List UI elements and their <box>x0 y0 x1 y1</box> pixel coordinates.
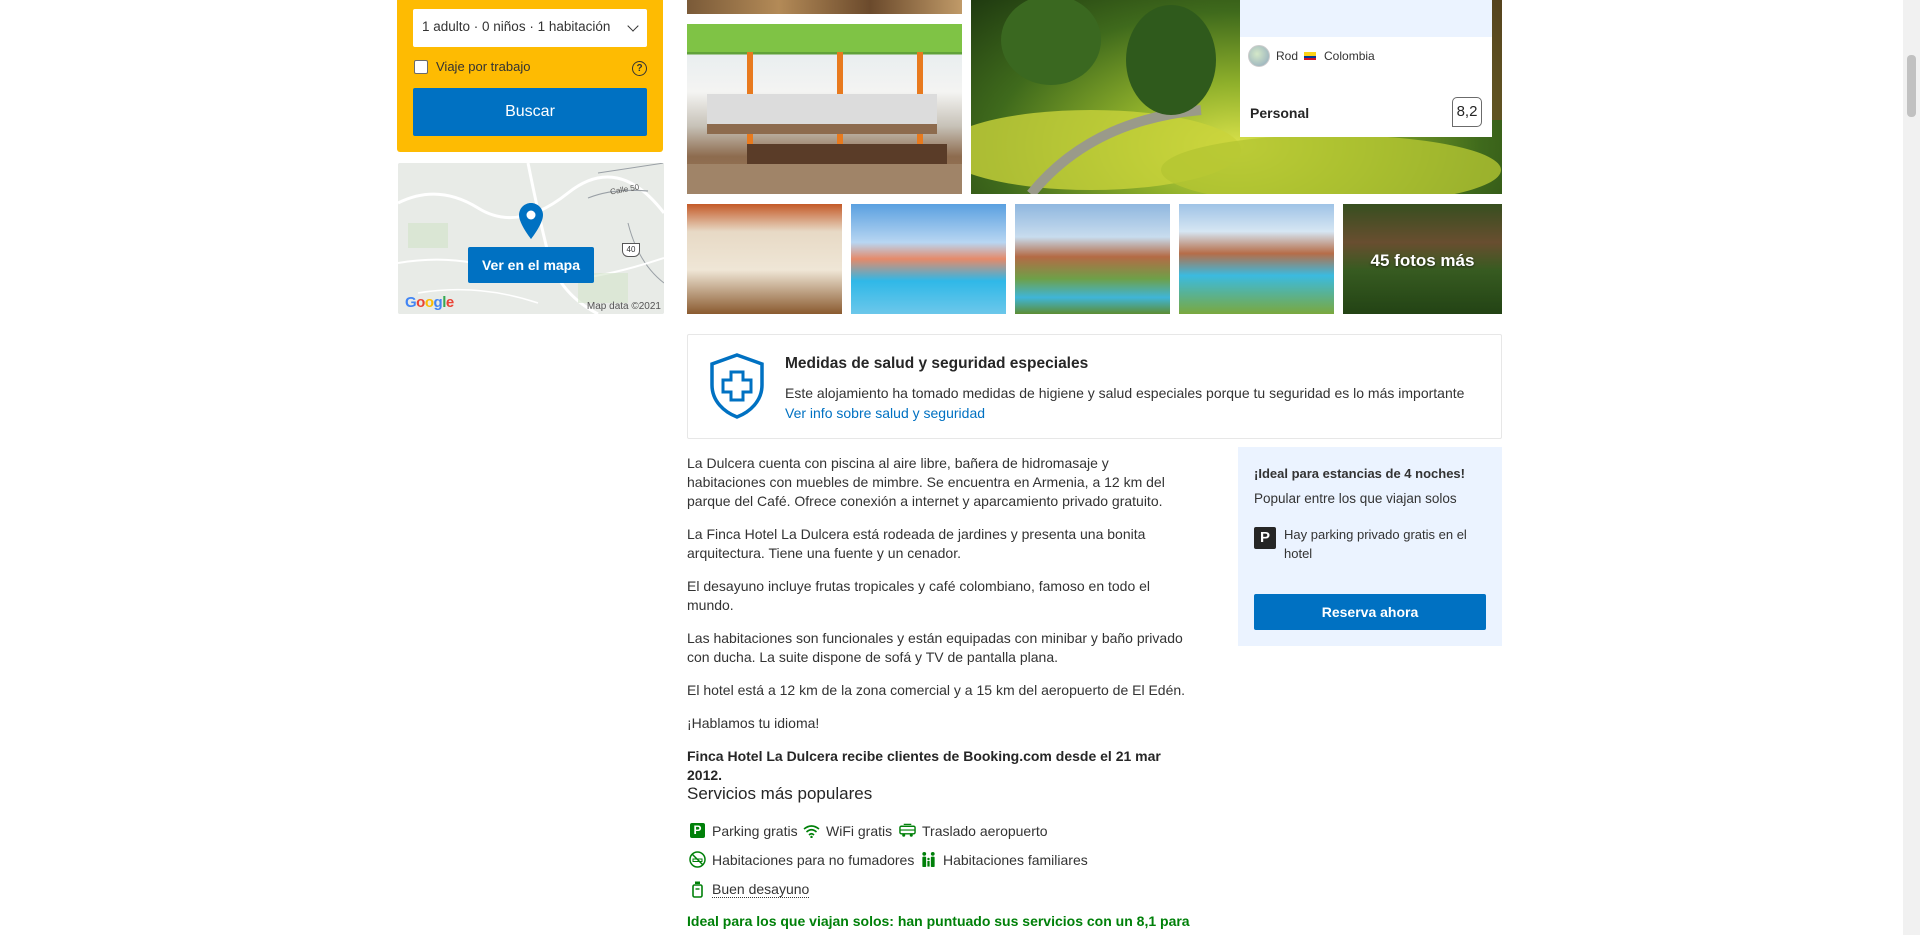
family-icon <box>920 851 937 868</box>
health-text: Este alojamiento ha tomado medidas de hi… <box>785 385 1465 401</box>
description-paragraph: ¡Hablamos tu idioma! <box>687 715 820 731</box>
occupancy-select[interactable]: 1 adulto · 0 niños · 1 habitación <box>413 9 647 47</box>
shield-cross-icon <box>710 353 764 419</box>
property-highlights: ¡Ideal para estancias de 4 noches! Popul… <box>1238 447 1502 646</box>
avatar <box>1248 45 1270 67</box>
facility-item: P Parking gratis <box>689 822 798 839</box>
gallery-photo[interactable] <box>687 0 962 14</box>
work-trip-option[interactable]: Viaje por trabajo <box>414 59 530 74</box>
property-description: La Dulcera cuenta con piscina al aire li… <box>687 454 1187 799</box>
facility-item: Habitaciones familiares <box>920 851 1088 868</box>
facility-label: Parking gratis <box>712 822 798 839</box>
facility-item: Habitaciones para no fumadores <box>689 851 914 868</box>
search-box: 1 adulto · 0 niños · 1 habitación Viaje … <box>397 0 663 152</box>
occupancy-value: 1 adulto · 0 niños · 1 habitación <box>422 19 611 34</box>
facility-item: Traslado aeropuerto <box>899 822 1048 839</box>
category-score-card: Personal 8,2 <box>1240 85 1492 137</box>
work-trip-checkbox[interactable] <box>414 59 428 74</box>
gallery-photo-restaurant[interactable] <box>687 24 962 194</box>
facility-item: Buen desayuno <box>689 881 810 898</box>
map-preview[interactable]: Calle 50 40 Ver en el mapa Google Map da… <box>398 163 664 314</box>
solo-travelers-note: Ideal para los que viajan solos: han pun… <box>687 913 1190 929</box>
more-photos-label: 45 fotos más <box>1370 251 1475 270</box>
facility-label: Habitaciones familiares <box>943 851 1088 868</box>
reviewer-name: Rod <box>1276 49 1299 63</box>
parking-icon: P <box>1254 527 1276 549</box>
wifi-icon <box>803 822 820 839</box>
facility-label: Habitaciones para no fumadores <box>712 851 915 868</box>
highlight-popular: Popular entre los que viajan solos <box>1254 491 1457 506</box>
description-paragraph: La Finca Hotel La Dulcera está rodeada d… <box>687 526 1146 561</box>
gallery-thumbnail[interactable] <box>1179 204 1334 314</box>
search-button[interactable]: Buscar <box>413 88 647 136</box>
description-paragraph: El desayuno incluye frutas tropicales y … <box>687 578 1151 613</box>
help-icon[interactable]: ? <box>632 61 647 76</box>
review-text-area <box>1240 0 1492 37</box>
health-safety-card: Medidas de salud y seguridad especiales … <box>687 334 1502 439</box>
map-road-shield: 40 <box>622 243 640 257</box>
scrollbar[interactable] <box>1903 0 1920 935</box>
highlight-parking-text: Hay parking privado gratis en el hotel <box>1284 527 1467 561</box>
health-info-link[interactable]: Ver info sobre salud y seguridad <box>785 405 985 421</box>
category-score: 8,2 <box>1452 97 1482 127</box>
colombia-flag-icon <box>1304 52 1317 60</box>
scrollbar-thumb[interactable] <box>1907 55 1916 117</box>
coffee-icon <box>689 881 706 898</box>
highlight-title: ¡Ideal para estancias de 4 noches! <box>1254 466 1465 481</box>
popular-services-title: Servicios más populares <box>687 784 873 803</box>
google-logo: Google <box>405 294 454 311</box>
facility-label: WiFi gratis <box>826 822 893 839</box>
map-attribution: Map data ©2021 <box>586 301 661 312</box>
booking-since: Finca Hotel La Dulcera recibe clientes d… <box>687 748 1161 783</box>
description-paragraph: El hotel está a 12 km de la zona comerci… <box>687 682 1186 698</box>
category-label: Personal <box>1250 105 1310 121</box>
reserve-now-button[interactable]: Reserva ahora <box>1254 594 1486 630</box>
reviewer-country: Colombia <box>1324 49 1375 63</box>
show-on-map-button[interactable]: Ver en el mapa <box>468 247 594 283</box>
location-pin-icon <box>519 203 543 239</box>
work-trip-label: Viaje por trabajo <box>436 59 531 74</box>
gallery-thumbnail[interactable] <box>1015 204 1170 314</box>
health-title: Medidas de salud y seguridad especiales <box>785 355 1089 372</box>
description-paragraph: Las habitaciones son funcionales y están… <box>687 630 1183 665</box>
parking-icon: P <box>689 822 706 839</box>
restaurant-photo-art <box>687 24 962 194</box>
facility-item: WiFi gratis <box>803 822 892 839</box>
more-photos-thumbnail[interactable]: 45 fotos más <box>1343 204 1502 314</box>
facility-label: Traslado aeropuerto <box>922 822 1048 839</box>
reviewer: Rod Colombia <box>1248 45 1375 67</box>
review-card[interactable]: Rod Colombia <box>1240 0 1492 85</box>
chevron-down-icon <box>627 20 639 32</box>
gallery-thumbnail[interactable] <box>687 204 842 314</box>
no-smoking-icon <box>689 851 706 868</box>
description-paragraph: La Dulcera cuenta con piscina al aire li… <box>687 455 1165 509</box>
gallery-thumbnail[interactable] <box>851 204 1006 314</box>
facility-label[interactable]: Buen desayuno <box>712 881 810 898</box>
highlight-parking: P Hay parking privado gratis en el hotel <box>1254 525 1484 563</box>
shuttle-icon <box>899 822 916 839</box>
